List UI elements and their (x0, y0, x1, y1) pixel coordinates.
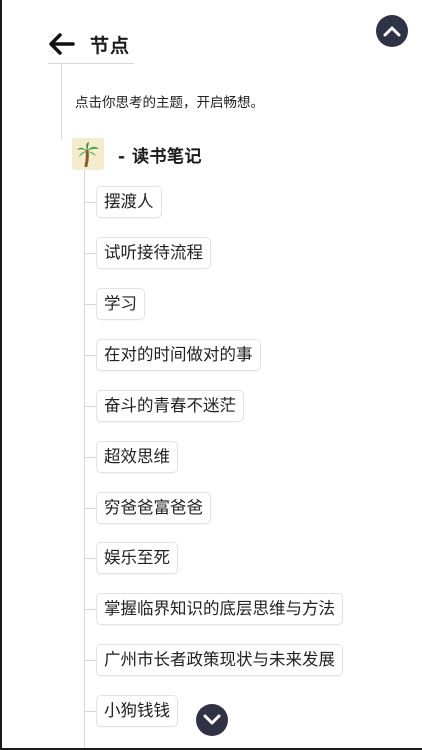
tree-node: 在对的时间做对的事 (84, 339, 261, 371)
node-chip[interactable]: 在对的时间做对的事 (96, 339, 261, 371)
scroll-to-top-button[interactable] (376, 15, 408, 47)
tree-node: 掌握临界知识的底层思维与方法 (84, 593, 343, 625)
tree-node: 广州市长者政策现状与未来发展 (84, 644, 343, 676)
node-chip[interactable]: 广州市长者政策现状与未来发展 (96, 644, 343, 676)
tree-connector-stub (84, 659, 96, 661)
tree-node: 超效思维 (84, 441, 178, 473)
arrow-left-icon (49, 33, 75, 55)
tree-connector-stub (84, 201, 96, 203)
frame-left-edge (0, 0, 2, 750)
tree-connector-stub (84, 507, 96, 509)
palm-tree-icon (72, 138, 104, 170)
page-title: 节点 (90, 34, 131, 57)
node-chip[interactable]: 学习 (96, 288, 145, 320)
tree-node: 摆渡人 (84, 186, 162, 218)
tree-node: 试听接待流程 (84, 237, 211, 269)
tree-connector-stub (84, 710, 96, 712)
tree-connector-stub (84, 557, 96, 559)
node-chip[interactable]: 穷爸爸富爸爸 (96, 492, 211, 524)
tree-connector-stub (84, 354, 96, 356)
root-node[interactable]: - 读书笔记 (72, 138, 202, 170)
tree-node: 娱乐至死 (84, 542, 178, 574)
tree-connector-stub (84, 456, 96, 458)
header: 节点 (48, 30, 130, 58)
tree-node: 奋斗的青春不迷茫 (84, 390, 244, 422)
chevron-up-icon (383, 26, 401, 37)
node-chip[interactable]: 试听接待流程 (96, 237, 211, 269)
node-chip[interactable]: 娱乐至死 (96, 542, 178, 574)
tree-connector-stub (84, 252, 96, 254)
chevron-down-icon (203, 714, 221, 725)
root-title: - 读书笔记 (118, 146, 202, 167)
tree-connector-stub (84, 608, 96, 610)
node-chip[interactable]: 小狗钱钱 (96, 695, 178, 727)
hint-text: 点击你思考的主题，开启畅想。 (75, 95, 264, 111)
tree-node: 小狗钱钱 (84, 695, 178, 727)
back-button[interactable] (48, 30, 76, 58)
node-chip[interactable]: 掌握临界知识的底层思维与方法 (96, 593, 343, 625)
scroll-down-button[interactable] (196, 704, 228, 736)
node-chip[interactable]: 超效思维 (96, 441, 178, 473)
tree-node: 穷爸爸富爸爸 (84, 492, 211, 524)
tree-connector-main (61, 64, 62, 139)
tree-connector-stub (84, 405, 96, 407)
node-chip[interactable]: 奋斗的青春不迷茫 (96, 390, 244, 422)
tree-connector-stub (84, 303, 96, 305)
node-chip[interactable]: 摆渡人 (96, 186, 162, 218)
tree-node: 学习 (84, 288, 145, 320)
